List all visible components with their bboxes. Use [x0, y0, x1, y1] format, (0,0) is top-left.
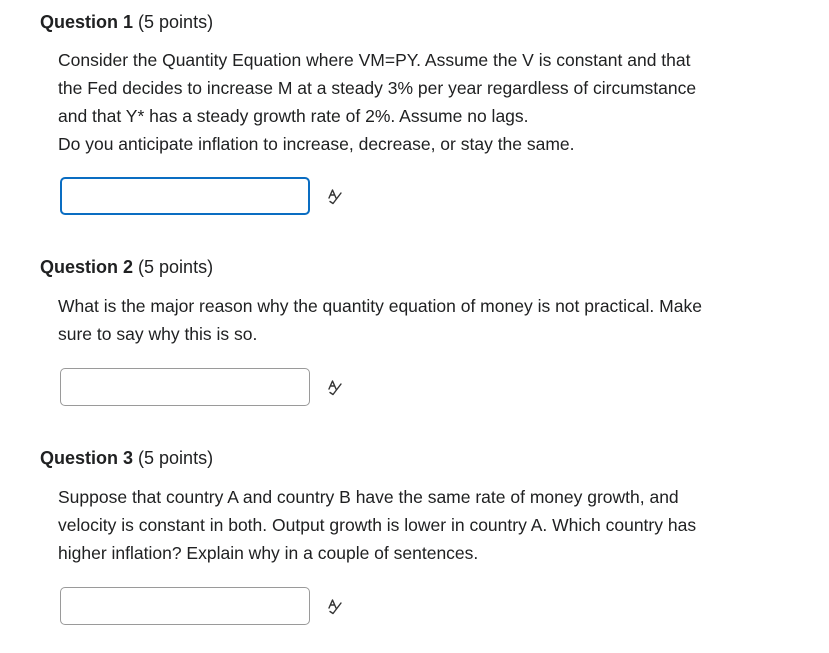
- question-1: Question 1 (5 points): [40, 10, 800, 34]
- question-2-line: What is the major reason why the quantit…: [58, 296, 702, 316]
- question-1-line: Do you anticipate inflation to increase,…: [58, 134, 575, 154]
- question-2-points: (5 points): [138, 257, 214, 277]
- question-2-line: sure to say why this is so.: [58, 324, 258, 344]
- question-1-number: Question 1: [40, 12, 134, 32]
- question-1-answer-input[interactable]: [60, 177, 310, 215]
- question-3-body: Suppose that country A and country B hav…: [58, 483, 788, 567]
- question-2: Question 2 (5 points): [40, 255, 800, 279]
- question-1-title: Question 1 (5 points): [40, 10, 800, 34]
- question-1-answer-row: [60, 176, 344, 216]
- question-2-answer-row: [60, 367, 344, 407]
- question-1-points: (5 points): [138, 12, 214, 32]
- question-3-number: Question 3: [40, 448, 134, 468]
- question-3-line: Suppose that country A and country B hav…: [58, 487, 679, 507]
- spell-check-icon[interactable]: [326, 597, 344, 615]
- question-1-body: Consider the Quantity Equation where VM=…: [58, 46, 788, 158]
- question-3-line: higher inflation? Explain why in a coupl…: [58, 543, 479, 563]
- question-3-title: Question 3 (5 points): [40, 446, 800, 470]
- question-3: Question 3 (5 points): [40, 446, 800, 470]
- question-3-points: (5 points): [138, 448, 214, 468]
- question-1-line: and that Y* has a steady growth rate of …: [58, 106, 529, 126]
- question-2-number: Question 2: [40, 257, 134, 277]
- question-2-title: Question 2 (5 points): [40, 255, 800, 279]
- question-2-answer-input[interactable]: [60, 368, 310, 406]
- spell-check-icon[interactable]: [326, 378, 344, 396]
- question-3-line: velocity is constant in both. Output gro…: [58, 515, 697, 535]
- question-1-line: the Fed decides to increase M at a stead…: [58, 78, 697, 98]
- question-3-answer-input[interactable]: [60, 587, 310, 625]
- question-1-line: Consider the Quantity Equation where VM=…: [58, 50, 691, 70]
- question-3-answer-row: [60, 586, 344, 626]
- question-2-body: What is the major reason why the quantit…: [58, 292, 788, 348]
- spell-check-icon[interactable]: [326, 187, 344, 205]
